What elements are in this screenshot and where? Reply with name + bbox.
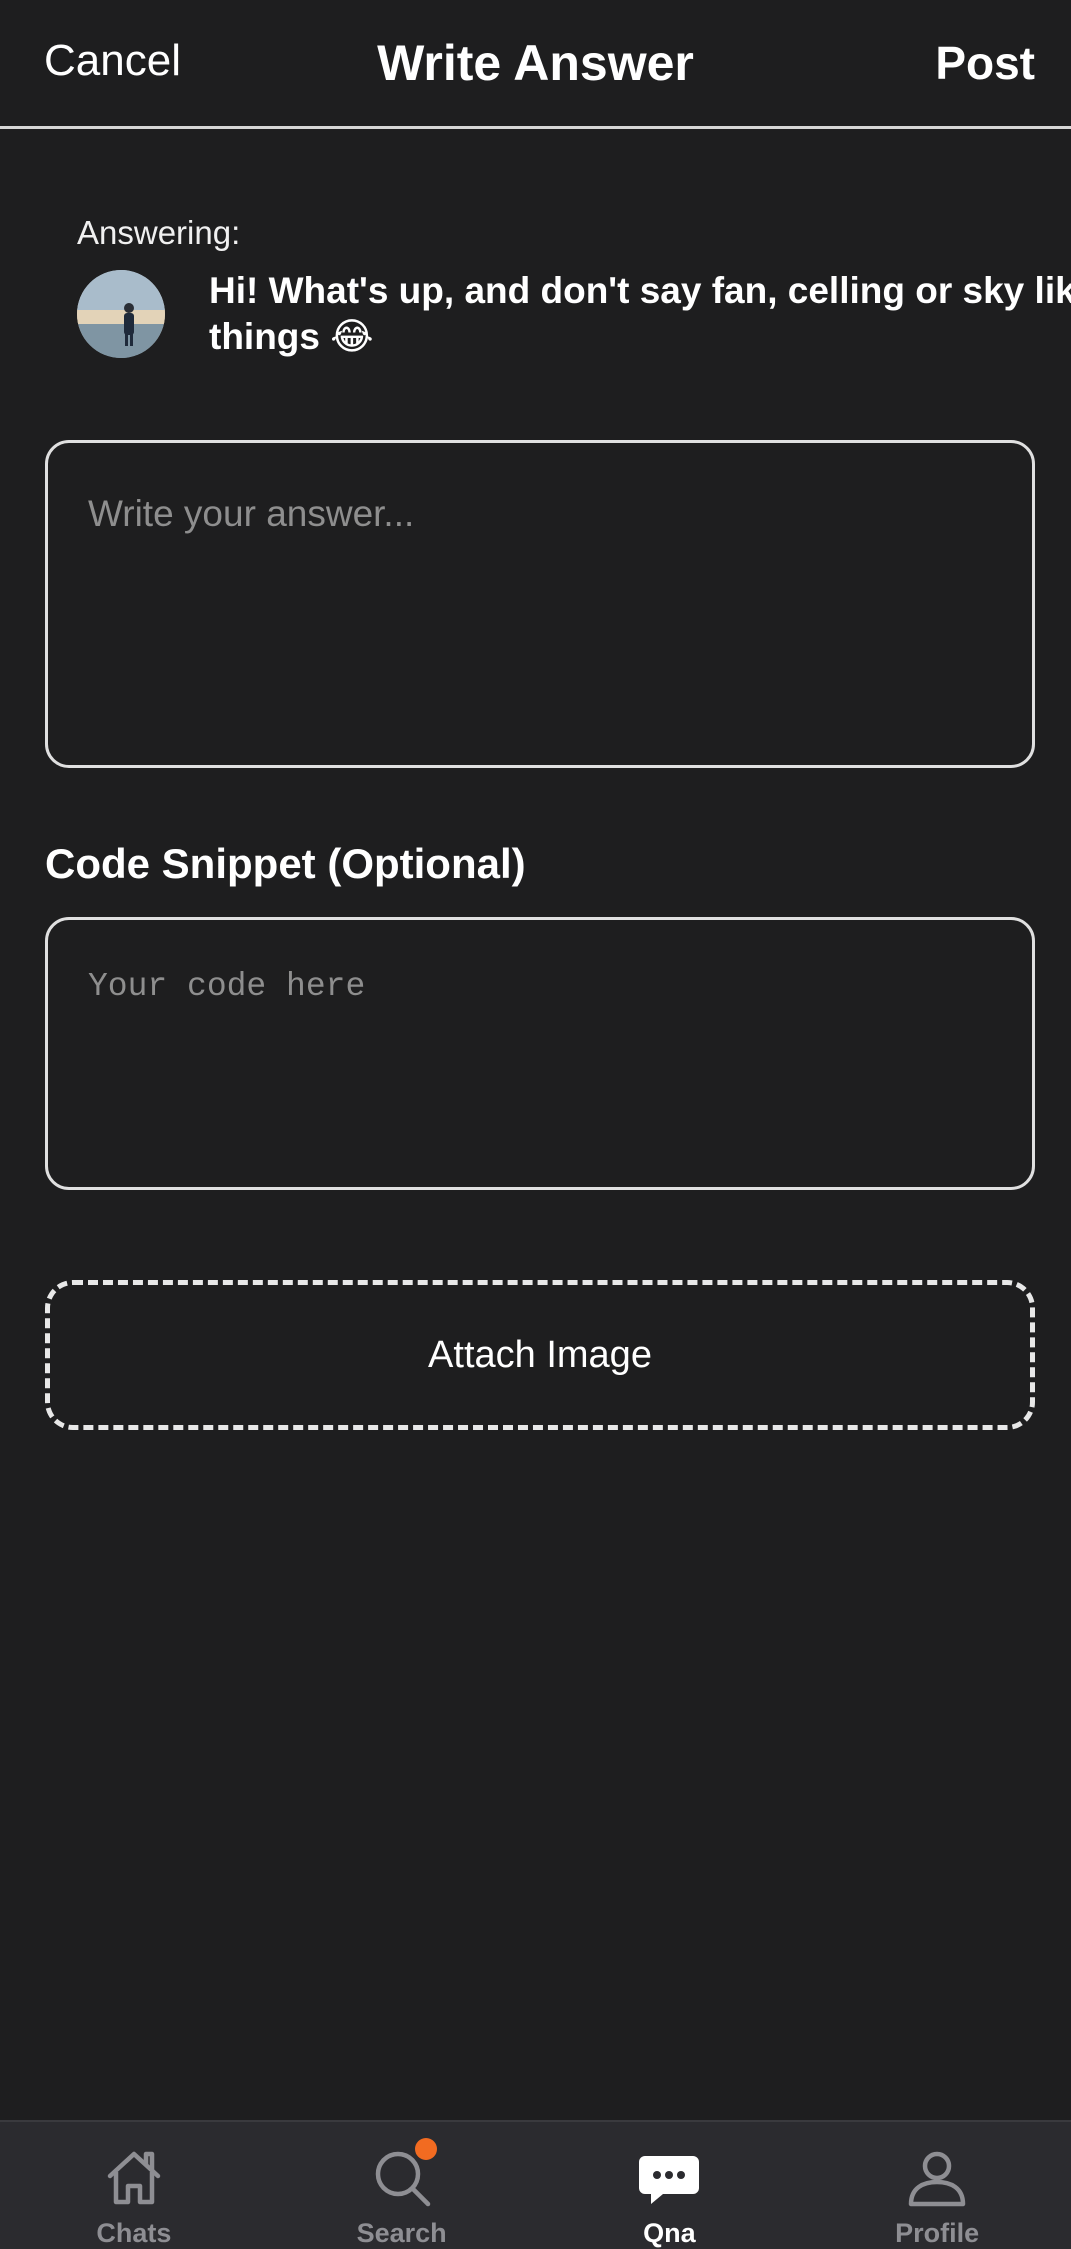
answering-label: Answering: [77, 214, 241, 251]
home-icon [107, 2151, 161, 2205]
tab-label: Profile [895, 2218, 980, 2248]
tab-chats[interactable]: Chats [0, 2122, 268, 2249]
page-title: Write Answer [377, 35, 694, 91]
person-icon [908, 2151, 966, 2207]
answer-input[interactable] [45, 440, 1035, 768]
tab-search[interactable]: Search [268, 2122, 536, 2249]
tab-qna[interactable]: Qna [536, 2122, 804, 2249]
code-snippet-label: Code Snippet (Optional) [45, 840, 526, 887]
attach-image-button[interactable]: Attach Image [45, 1280, 1035, 1430]
top-bar: Cancel Write Answer Post [0, 0, 1071, 129]
tab-label: Qna [643, 2218, 696, 2248]
post-button[interactable]: Post [935, 36, 1035, 90]
tab-profile[interactable]: Profile [803, 2122, 1071, 2249]
code-snippet-input[interactable] [45, 917, 1035, 1190]
chat-bubble-icon [639, 2156, 700, 2204]
user-photo-icon [77, 270, 165, 358]
avatar [77, 270, 165, 358]
tab-label: Chats [96, 2218, 172, 2248]
question-text: Hi! What's up, and don't say fan, cellin… [209, 270, 1071, 357]
tab-label: Search [356, 2218, 447, 2248]
bottom-tab-bar: Chats Search Qna Profile [0, 2120, 1071, 2249]
notification-dot [414, 2138, 437, 2160]
